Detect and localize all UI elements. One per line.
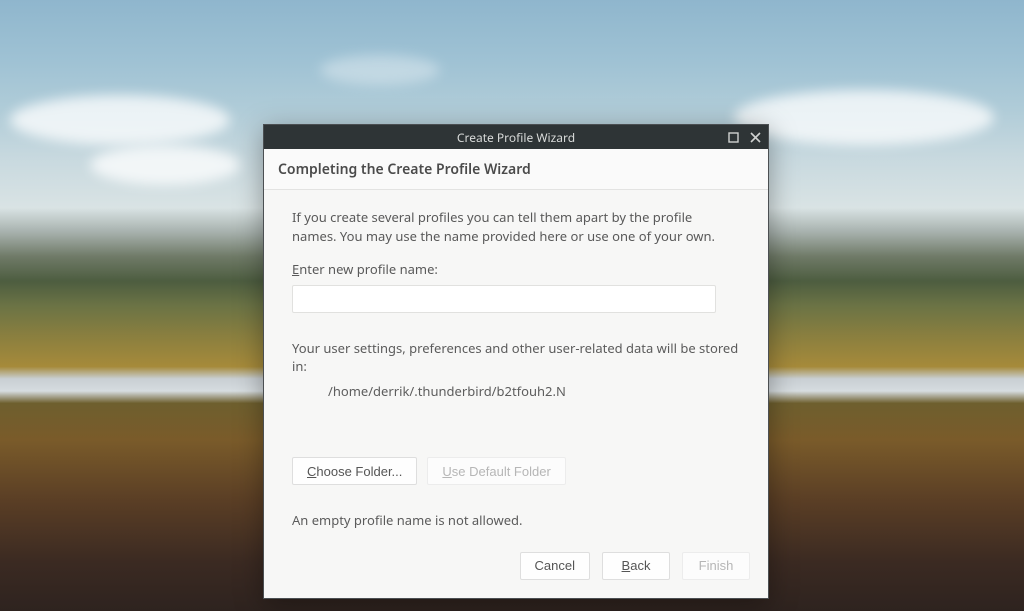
create-profile-wizard-window: Create Profile Wizard Completing the Cre… — [263, 124, 769, 599]
wizard-heading: Completing the Create Profile Wizard — [264, 149, 768, 190]
cloud-decoration — [90, 145, 240, 185]
intro-text: If you create several profiles you can t… — [292, 208, 732, 246]
back-button[interactable]: Back — [602, 552, 670, 580]
storage-note: Your user settings, preferences and othe… — [292, 339, 740, 377]
cancel-button[interactable]: Cancel — [520, 552, 590, 580]
cloud-decoration — [734, 90, 994, 145]
maximize-icon[interactable] — [726, 130, 740, 144]
cloud-decoration — [10, 95, 230, 145]
desktop-background: Create Profile Wizard Completing the Cre… — [0, 0, 1024, 611]
titlebar[interactable]: Create Profile Wizard — [264, 125, 768, 149]
finish-button: Finish — [682, 552, 750, 580]
wizard-footer: Cancel Back Finish — [264, 536, 768, 598]
choose-folder-button[interactable]: Choose Folder... — [292, 457, 417, 485]
profile-name-label: Enter new profile name: — [292, 260, 740, 279]
error-message: An empty profile name is not allowed. — [292, 511, 740, 530]
storage-path: /home/derrik/.thunderbird/b2tfouh2.N — [328, 382, 740, 401]
profile-name-input[interactable] — [292, 285, 716, 313]
cloud-decoration — [320, 55, 440, 85]
close-icon[interactable] — [748, 130, 762, 144]
window-title: Create Profile Wizard — [457, 129, 575, 146]
use-default-folder-button: Use Default Folder — [427, 457, 565, 485]
wizard-content: If you create several profiles you can t… — [264, 190, 768, 536]
